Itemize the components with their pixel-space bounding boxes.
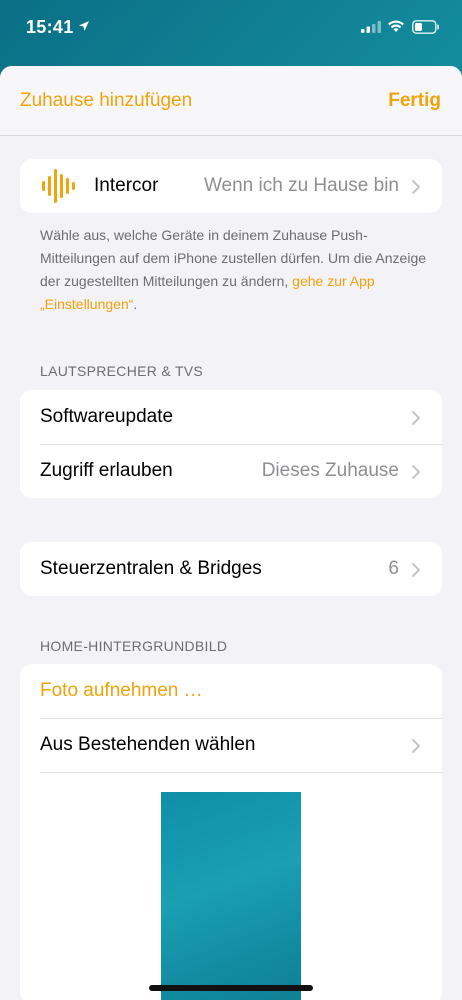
- notifications-footnote: Wähle aus, welche Geräte in deinem Zuhau…: [40, 224, 430, 316]
- choose-existing-row[interactable]: Aus Bestehenden wählen: [20, 718, 442, 772]
- chevron-right-icon: [412, 411, 420, 425]
- speakers-card: Softwareupdate Zugriff erlauben Dieses Z…: [20, 390, 442, 498]
- battery-icon: [412, 20, 439, 34]
- add-home-sheet: Zuhause hinzufügen Fertig Intercor Wenn …: [0, 66, 462, 1000]
- done-button[interactable]: Fertig: [388, 90, 441, 112]
- intercor-label: Intercor: [94, 175, 159, 196]
- status-time: 15:41: [26, 17, 74, 37]
- location-arrow-icon: [79, 21, 89, 31]
- chevron-right-icon: [412, 180, 420, 194]
- choose-existing-label: Aus Bestehenden wählen: [40, 734, 256, 755]
- hubs-bridges-row-content: Steuerzentralen & Bridges 6: [20, 542, 442, 596]
- allow-access-value: Dieses Zuhause: [261, 460, 399, 481]
- chevron-right-icon: [412, 739, 420, 753]
- software-update-label: Softwareupdate: [40, 406, 174, 427]
- allow-access-row[interactable]: Zugriff erlauben Dieses Zuhause: [20, 444, 442, 498]
- add-home-button[interactable]: Zuhause hinzufügen: [20, 90, 192, 112]
- status-bar: 15:41: [0, 0, 462, 60]
- chevron-right-icon: [412, 563, 420, 577]
- intercor-value: Wenn ich zu Hause bin: [203, 175, 399, 196]
- wifi-icon: [388, 20, 404, 32]
- home-indicator[interactable]: [149, 985, 313, 991]
- intercor-row[interactable]: Intercor Wenn ich zu Hause bin: [20, 159, 442, 213]
- footnote-suffix: .: [133, 296, 138, 312]
- hubs-bridges-label: Steuerzentralen & Bridges: [40, 558, 262, 579]
- allow-access-label: Zugriff erlauben: [40, 460, 173, 481]
- wallpaper-card: Foto aufnehmen … Aus Bestehenden wählen: [20, 664, 442, 1000]
- speakers-section-header: LAUTSPRECHER & TVS: [40, 363, 204, 379]
- wallpaper-preview[interactable]: [161, 792, 301, 1000]
- take-photo-row[interactable]: Foto aufnehmen …: [20, 664, 442, 718]
- hubs-bridges-row[interactable]: Steuerzentralen & Bridges 6: [20, 542, 442, 596]
- hubs-bridges-count: 6: [388, 558, 399, 579]
- soundwave-icon: [42, 169, 75, 203]
- wallpaper-section-header: HOME-HINTERGRUNDBILD: [40, 638, 228, 654]
- navigation-bar: Zuhause hinzufügen Fertig: [0, 66, 462, 136]
- chevron-right-icon: [412, 465, 420, 479]
- software-update-row[interactable]: Softwareupdate: [20, 390, 442, 444]
- take-photo-button[interactable]: Foto aufnehmen …: [40, 680, 203, 702]
- intercor-row-content: Intercor Wenn ich zu Hause bin: [20, 159, 442, 213]
- cellular-signal-icon: [361, 21, 381, 33]
